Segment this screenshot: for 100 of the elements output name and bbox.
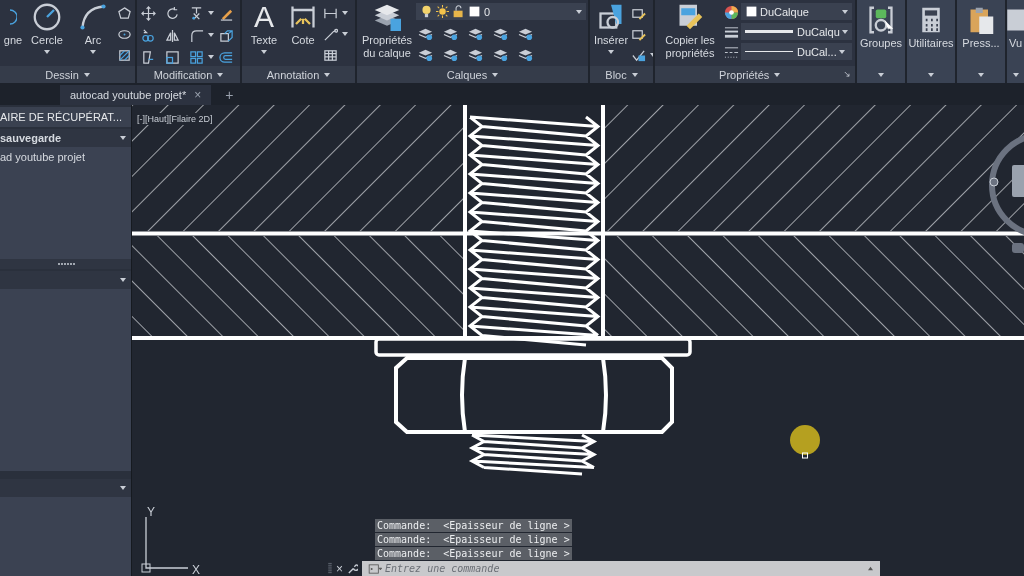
panel-title[interactable]: Dessin — [0, 66, 135, 83]
line-sample-icon — [745, 51, 793, 52]
color-swatch-icon — [468, 5, 481, 18]
caret-icon — [120, 136, 126, 140]
caret-icon — [978, 72, 984, 77]
line-tool-button[interactable]: gne — [3, 3, 23, 47]
linetype-icon[interactable] — [724, 45, 739, 60]
new-tab-button[interactable]: + — [219, 85, 240, 105]
fillet-icon[interactable] — [189, 27, 204, 43]
hatch-icon[interactable] — [117, 47, 132, 63]
offset-icon[interactable] — [219, 49, 234, 65]
panel-title[interactable]: Modification — [137, 66, 240, 83]
move-icon[interactable] — [141, 5, 156, 21]
color-dropdown[interactable]: DuCalque — [741, 3, 852, 20]
group-icon — [867, 6, 895, 34]
caret-icon — [261, 49, 267, 54]
lineweight-icon[interactable] — [724, 25, 739, 40]
caret-icon — [842, 9, 848, 14]
caret-icon — [576, 9, 582, 14]
viewport-label[interactable]: [-][Haut][Filaire 2D] — [135, 113, 215, 125]
layer-icon[interactable] — [468, 47, 483, 62]
layer-icon[interactable] — [493, 47, 508, 62]
explode-icon[interactable] — [219, 27, 234, 43]
command-input[interactable]: Entrez une commande — [385, 562, 864, 575]
caret-icon — [83, 72, 90, 77]
linetype-dropdown[interactable]: DuCal... — [741, 43, 852, 60]
panel-title[interactable]: Bloc — [590, 66, 653, 83]
line-sample-icon — [745, 30, 793, 33]
section-header[interactable]: sauvegarde — [0, 129, 131, 147]
layers-icon — [373, 3, 401, 31]
array-icon[interactable] — [189, 49, 204, 65]
scale-icon[interactable] — [165, 49, 180, 65]
axis-label: X — [192, 563, 200, 576]
caret-icon — [1012, 72, 1019, 77]
up-arrow-icon[interactable] — [867, 566, 874, 571]
cursor-icon — [790, 425, 820, 459]
layer-icon[interactable] — [418, 26, 433, 41]
arc-tool-button[interactable]: Arc — [71, 3, 115, 54]
line-icon — [9, 9, 17, 25]
grip-icon[interactable] — [328, 562, 332, 575]
ucs-icon — [141, 516, 189, 573]
circle-tool-button[interactable]: Cercle — [25, 3, 69, 54]
rotate-icon[interactable] — [165, 5, 180, 21]
terminal-icon — [368, 563, 382, 574]
dropdown-value: DuCalque — [760, 5, 810, 18]
circle-icon — [33, 3, 61, 31]
dimension-tool-button[interactable]: Cote — [285, 3, 321, 47]
caret-icon[interactable] — [208, 11, 214, 15]
layer-icon[interactable] — [443, 26, 458, 41]
layer-icon[interactable] — [468, 26, 483, 41]
caret-icon — [608, 49, 614, 54]
polygon-icon[interactable] — [117, 5, 132, 21]
dropdown-value: DuCalqu — [797, 25, 840, 38]
stretch-icon[interactable] — [141, 49, 156, 65]
mirror-icon[interactable] — [165, 27, 180, 43]
viewcube-drawing[interactable] — [989, 132, 1024, 253]
layer-properties-button[interactable]: Propriétés du calque — [360, 3, 414, 60]
layer-icon[interactable] — [418, 47, 433, 62]
close-button[interactable]: × — [194, 88, 202, 102]
panel-title[interactable]: Calques — [357, 66, 588, 83]
caret-icon — [324, 72, 331, 77]
insert-button[interactable]: Insérer — [593, 3, 629, 54]
table-icon[interactable] — [323, 47, 338, 63]
lock-icon — [452, 5, 465, 18]
match-properties-button[interactable]: Copier les propriétés — [658, 3, 722, 60]
layer-icon[interactable] — [518, 26, 533, 41]
layer-icon[interactable] — [443, 47, 458, 62]
caret-icon[interactable] — [208, 55, 214, 59]
caret-icon — [774, 72, 781, 77]
caret-icon[interactable] — [342, 32, 348, 36]
color-wheel-icon[interactable] — [724, 5, 739, 20]
lineweight-dropdown[interactable]: DuCalqu — [741, 23, 852, 40]
caret-icon — [120, 486, 126, 490]
layer-dropdown[interactable]: 0 — [416, 3, 586, 20]
panel-title[interactable]: Annotation — [242, 66, 355, 83]
caret-icon — [878, 72, 884, 77]
dialog-launcher-icon[interactable] — [844, 71, 851, 78]
file-item[interactable]: ad youtube projet — [0, 147, 131, 163]
file-tab[interactable]: autocad youtube projet* × — [60, 85, 212, 105]
caret-icon — [217, 72, 224, 77]
caret-icon — [928, 72, 934, 77]
caret-icon[interactable] — [342, 11, 348, 15]
color-swatch-icon — [745, 5, 758, 18]
sun-icon — [436, 5, 449, 18]
command-line-field[interactable]: Entrez une commande — [362, 561, 880, 576]
arc-icon — [79, 3, 107, 31]
axis-label: Y — [147, 505, 155, 519]
caret-icon — [838, 49, 845, 54]
caret-icon[interactable] — [208, 33, 214, 37]
leader-icon[interactable] — [323, 26, 338, 42]
copy-icon[interactable] — [141, 27, 156, 43]
text-tool-button[interactable]: A Texte — [245, 3, 283, 54]
grip-icon[interactable] — [56, 262, 75, 266]
insert-block-icon — [597, 3, 625, 31]
caret-icon — [90, 49, 96, 54]
layer-icon[interactable] — [493, 26, 508, 41]
trim-icon[interactable] — [189, 5, 204, 21]
close-button[interactable]: × — [336, 561, 343, 576]
layer-name: 0 — [484, 5, 492, 18]
layer-icon[interactable] — [518, 47, 533, 62]
